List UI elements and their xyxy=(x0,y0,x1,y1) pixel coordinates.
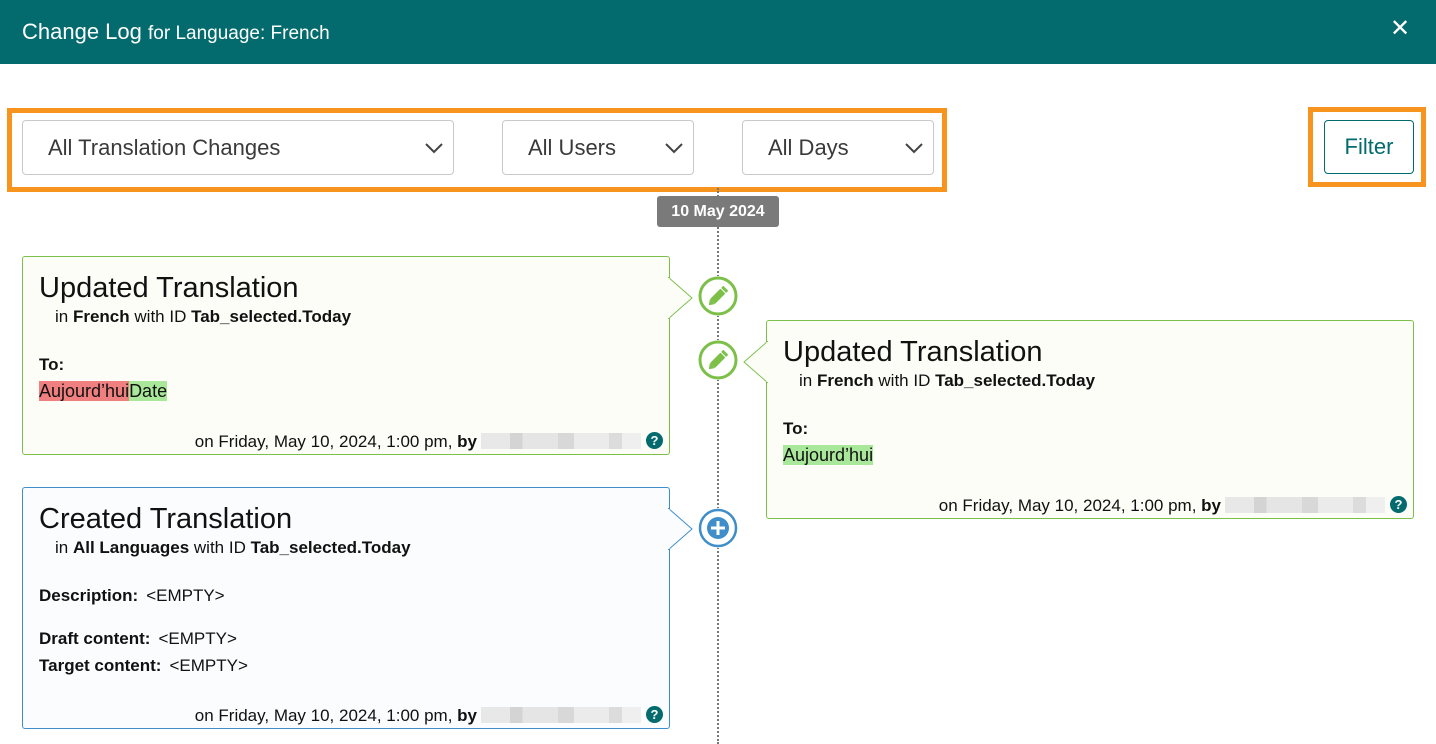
added-text: Aujourd’hui xyxy=(783,445,874,465)
users-select[interactable]: All Users xyxy=(502,120,694,175)
entry-title: Created Translation xyxy=(39,503,293,535)
redacted-user xyxy=(481,707,641,723)
timeline-line xyxy=(717,188,719,744)
timeline-date-badge: 10 May 2024 xyxy=(657,196,779,227)
entry-subtitle: in French with ID Tab_selected.Today xyxy=(799,371,1096,390)
draft-content-row: Draft content: <EMPTY> xyxy=(39,629,237,648)
entry-subtitle: in All Languages with ID Tab_selected.To… xyxy=(55,538,411,557)
pencil-icon xyxy=(698,276,738,316)
to-label: To: xyxy=(783,419,809,438)
dialog-header: Change Log for Language: French ✕ xyxy=(0,0,1436,64)
removed-text: Aujourd’hui xyxy=(39,381,130,401)
days-select[interactable]: All Days xyxy=(742,120,934,175)
filter-button[interactable]: Filter xyxy=(1324,120,1414,174)
redacted-user xyxy=(1225,497,1385,513)
days-value: All Days xyxy=(768,135,849,160)
chevron-down-icon xyxy=(665,143,683,154)
users-value: All Users xyxy=(528,135,617,160)
translation-diff: Aujourd’huiDate xyxy=(39,379,168,403)
dialog-title-sub: for Language: French xyxy=(148,23,330,44)
change-type-value: All Translation Changes xyxy=(48,135,281,160)
card-pointer xyxy=(743,341,768,383)
entry-meta: on Friday, May 10, 2024, 1:00 pm, by xyxy=(195,432,641,452)
chevron-down-icon xyxy=(425,143,443,154)
chevron-down-icon xyxy=(905,143,923,154)
translation-diff: Aujourd’hui xyxy=(783,443,874,467)
added-text: Date xyxy=(129,381,168,401)
entry-title: Updated Translation xyxy=(39,272,299,304)
change-entry-card: Updated Translation in French with ID Ta… xyxy=(22,256,693,455)
entry-meta: on Friday, May 10, 2024, 1:00 pm, by xyxy=(939,496,1385,516)
entry-subtitle: in French with ID Tab_selected.Today xyxy=(55,307,352,326)
redacted-user xyxy=(481,433,641,449)
entry-title: Updated Translation xyxy=(783,336,1043,368)
pencil-icon xyxy=(698,340,738,380)
help-icon[interactable]: ? xyxy=(646,706,663,723)
change-entry-card: Created Translation in All Languages wit… xyxy=(22,487,693,729)
change-type-select[interactable]: All Translation Changes xyxy=(22,120,454,175)
entry-meta: on Friday, May 10, 2024, 1:00 pm, by xyxy=(195,706,641,726)
card-pointer xyxy=(668,508,693,550)
to-label: To: xyxy=(39,355,65,374)
close-icon[interactable]: ✕ xyxy=(1388,15,1412,43)
plus-circle-icon xyxy=(698,508,738,548)
target-content-row: Target content: <EMPTY> xyxy=(39,656,248,675)
description-row: Description: <EMPTY> xyxy=(39,586,225,605)
dialog-title: Change Log for Language: French xyxy=(22,18,330,48)
card-pointer xyxy=(668,277,693,319)
help-icon[interactable]: ? xyxy=(1390,496,1407,513)
dialog-title-main: Change Log xyxy=(22,19,142,44)
help-icon[interactable]: ? xyxy=(646,432,663,449)
change-entry-card: Updated Translation in French with ID Ta… xyxy=(743,320,1414,519)
